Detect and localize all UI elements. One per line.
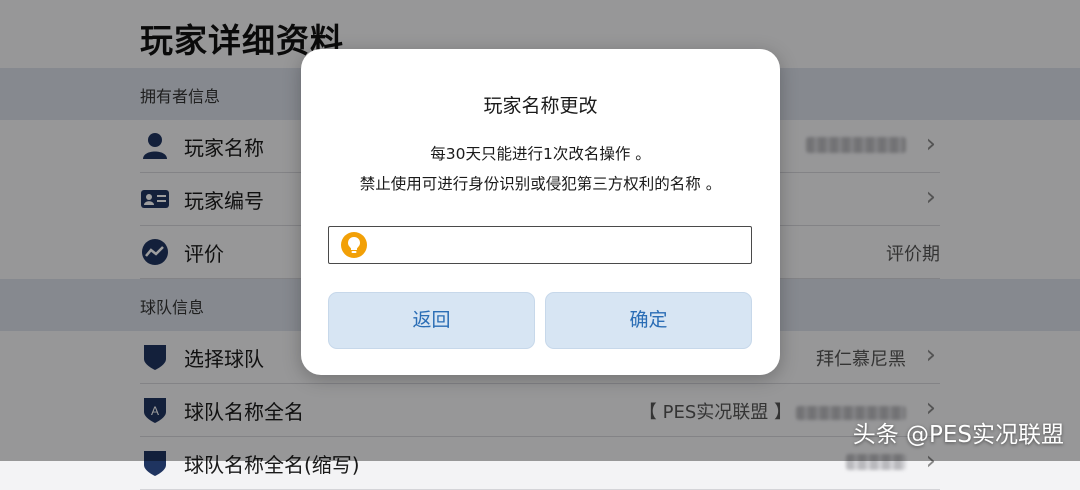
player-name-input[interactable] bbox=[328, 226, 752, 264]
back-button[interactable]: 返回 bbox=[328, 292, 535, 349]
dialog-message: 每30天只能进行1次改名操作 。 禁止使用可进行身份识别或侵犯第三方权利的名称 … bbox=[301, 139, 780, 199]
dialog-message-line1: 每30天只能进行1次改名操作 。 bbox=[430, 145, 651, 163]
rename-dialog: 玩家名称更改 每30天只能进行1次改名操作 。 禁止使用可进行身份识别或侵犯第三… bbox=[301, 49, 780, 375]
dialog-title: 玩家名称更改 bbox=[483, 95, 598, 117]
watermark: 头条 @PES实况联盟 bbox=[852, 422, 1064, 448]
confirm-button[interactable]: 确定 bbox=[545, 292, 752, 349]
lightbulb-icon bbox=[341, 232, 367, 258]
dialog-message-line2: 禁止使用可进行身份识别或侵犯第三方权利的名称 。 bbox=[359, 175, 722, 193]
